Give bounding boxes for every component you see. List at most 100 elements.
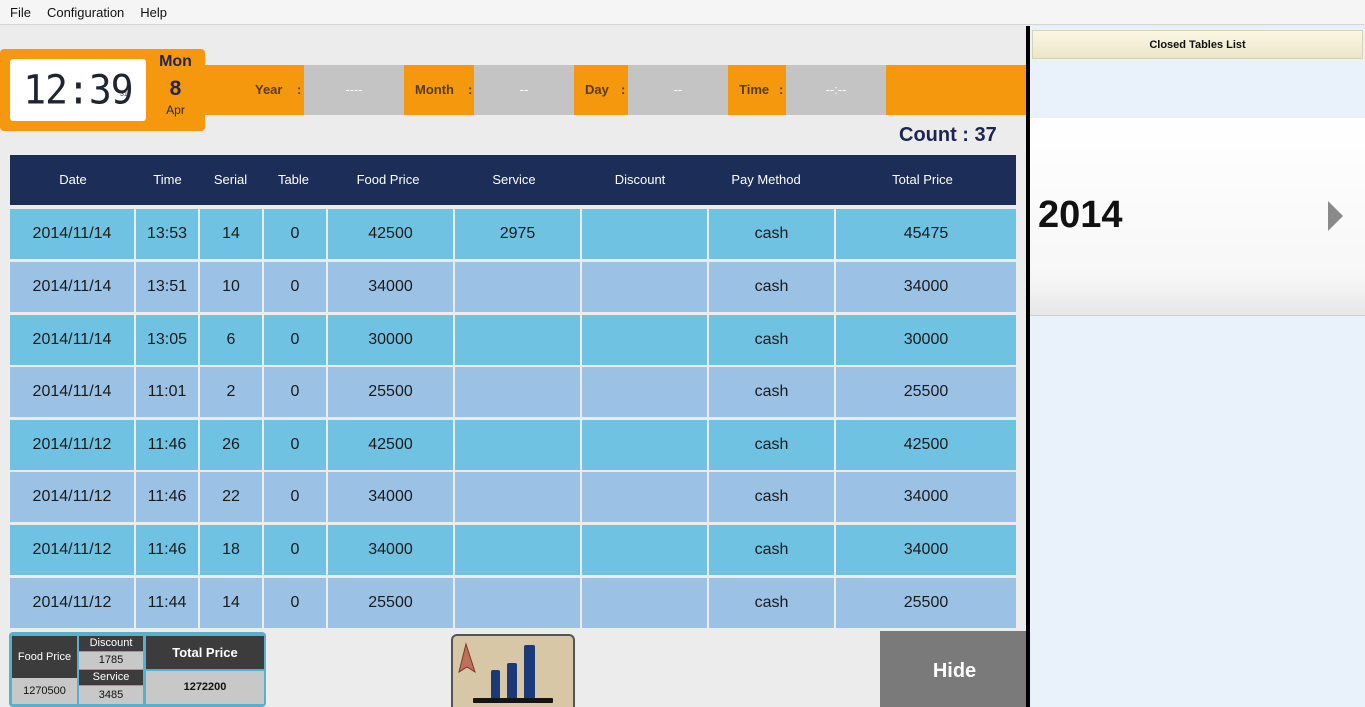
cell-total-price: 25500 [836, 578, 1016, 628]
table-row[interactable]: 2014/11/14 13:53 14 0 42500 2975 cash 45… [10, 209, 1016, 259]
cell-time: 11:01 [136, 367, 200, 417]
service-label: Service [79, 670, 143, 685]
cell-food-price: 34000 [328, 262, 455, 312]
table-row[interactable]: 2014/11/12 11:46 22 0 34000 cash 34000 [10, 472, 1016, 522]
cell-serial: 18 [200, 525, 264, 575]
cell-service [455, 262, 582, 312]
clock-day: 8 [169, 77, 182, 100]
cell-food-price: 25500 [328, 578, 455, 628]
col-food-price: Food Price [356, 172, 420, 187]
col-time: Time [153, 172, 182, 187]
clock-weekday: Mon [159, 53, 192, 70]
clock-time: 12:39 [23, 66, 133, 114]
digital-clock: 12:39 [10, 59, 146, 121]
cell-pay-method: cash [709, 367, 836, 417]
cell-serial: 14 [200, 578, 264, 628]
cell-pay-method: cash [709, 262, 836, 312]
cell-service: 2975 [455, 209, 582, 259]
cell-table: 0 [264, 209, 328, 259]
cell-time: 11:46 [136, 525, 200, 575]
cell-total-price: 34000 [836, 525, 1016, 575]
cell-food-price: 34000 [328, 472, 455, 522]
col-total-price: Total Price [892, 172, 953, 187]
cell-total-price: 34000 [836, 472, 1016, 522]
totals-summary: Food Price 1270500 Discount 1785 Service… [9, 632, 266, 707]
cell-time: 11:46 [136, 472, 200, 522]
menu-help[interactable]: Help [132, 5, 175, 20]
arrow-right-icon[interactable] [1328, 201, 1343, 231]
time-field[interactable]: --:-- [786, 65, 886, 115]
filter-bar: Year : ---- Month : -- Day : -- Time : -… [205, 65, 1026, 115]
cell-time: 11:44 [136, 578, 200, 628]
cell-food-price: 42500 [328, 420, 455, 470]
day-field[interactable]: -- [628, 65, 728, 115]
cell-food-price: 34000 [328, 525, 455, 575]
cell-serial: 10 [200, 262, 264, 312]
col-discount: Discount [614, 172, 666, 187]
cell-serial: 26 [200, 420, 264, 470]
chart-button[interactable] [451, 634, 575, 707]
total-price-value: 1272200 [146, 671, 264, 704]
cell-serial: 22 [200, 472, 264, 522]
cell-time: 13:51 [136, 262, 200, 312]
cell-total-price: 42500 [836, 420, 1016, 470]
table-row[interactable]: 2014/11/12 11:46 18 0 34000 cash 34000 [10, 525, 1016, 575]
year-colon: : [297, 82, 302, 97]
cell-date: 2014/11/12 [10, 420, 136, 470]
day-label: Day [585, 82, 609, 97]
table-row[interactable]: 2014/11/12 11:46 26 0 42500 cash 42500 [10, 420, 1016, 470]
year-value: 2014 [1038, 194, 1123, 236]
table-header: Date Time Serial Table Food Price Servic… [10, 155, 1016, 205]
table-body: 2014/11/14 13:53 14 0 42500 2975 cash 45… [10, 209, 1016, 629]
cell-service [455, 525, 582, 575]
col-table: Table [277, 172, 310, 187]
total-price-label: Total Price [146, 636, 264, 669]
cell-time: 11:46 [136, 420, 200, 470]
month-colon: : [468, 82, 473, 97]
cell-total-price: 25500 [836, 367, 1016, 417]
year-selector[interactable]: 2014 [1030, 118, 1365, 316]
discount-label: Discount [79, 636, 143, 651]
cell-serial: 6 [200, 315, 264, 365]
cell-discount [582, 420, 709, 470]
menu-configuration[interactable]: Configuration [39, 5, 132, 20]
col-service: Service [492, 172, 536, 187]
cell-date: 2014/11/14 [10, 209, 136, 259]
cell-discount [582, 578, 709, 628]
cell-pay-method: cash [709, 420, 836, 470]
cell-serial: 14 [200, 209, 264, 259]
cell-table: 0 [264, 525, 328, 575]
cell-date: 2014/11/14 [10, 315, 136, 365]
cell-service [455, 315, 582, 365]
cell-service [455, 472, 582, 522]
cell-discount [582, 367, 709, 417]
menu-file[interactable]: File [2, 5, 39, 20]
food-price-label: Food Price [12, 636, 77, 678]
year-field[interactable]: ---- [304, 65, 404, 115]
main-area: 12:39 31 Mon 8 Apr Year : ---- Month : -… [0, 26, 1029, 707]
cell-total-price: 34000 [836, 262, 1016, 312]
cell-discount [582, 262, 709, 312]
col-pay-method: Pay Method [731, 172, 801, 187]
cell-table: 0 [264, 420, 328, 470]
cell-pay-method: cash [709, 209, 836, 259]
cell-total-price: 45475 [836, 209, 1016, 259]
cell-discount [582, 209, 709, 259]
cell-date: 2014/11/12 [10, 472, 136, 522]
table-row[interactable]: 2014/11/14 13:51 10 0 34000 cash 34000 [10, 262, 1016, 312]
record-count: Count : 37 [899, 124, 997, 146]
clock-month: Apr [166, 103, 185, 117]
cell-service [455, 367, 582, 417]
time-colon: : [779, 82, 784, 97]
table-row[interactable]: 2014/11/14 13:05 6 0 30000 cash 30000 [10, 315, 1016, 365]
cell-serial: 2 [200, 367, 264, 417]
cell-discount [582, 525, 709, 575]
cell-food-price: 42500 [328, 209, 455, 259]
cell-table: 0 [264, 472, 328, 522]
table-row[interactable]: 2014/11/12 11:44 14 0 25500 cash 25500 [10, 578, 1016, 628]
hide-button[interactable]: Hide [880, 631, 1029, 707]
closed-tables-panel: Closed Tables List 2014 [1030, 26, 1365, 707]
month-field[interactable]: -- [474, 65, 574, 115]
cell-date: 2014/11/12 [10, 525, 136, 575]
table-row[interactable]: 2014/11/14 11:01 2 0 25500 cash 25500 [10, 367, 1016, 417]
